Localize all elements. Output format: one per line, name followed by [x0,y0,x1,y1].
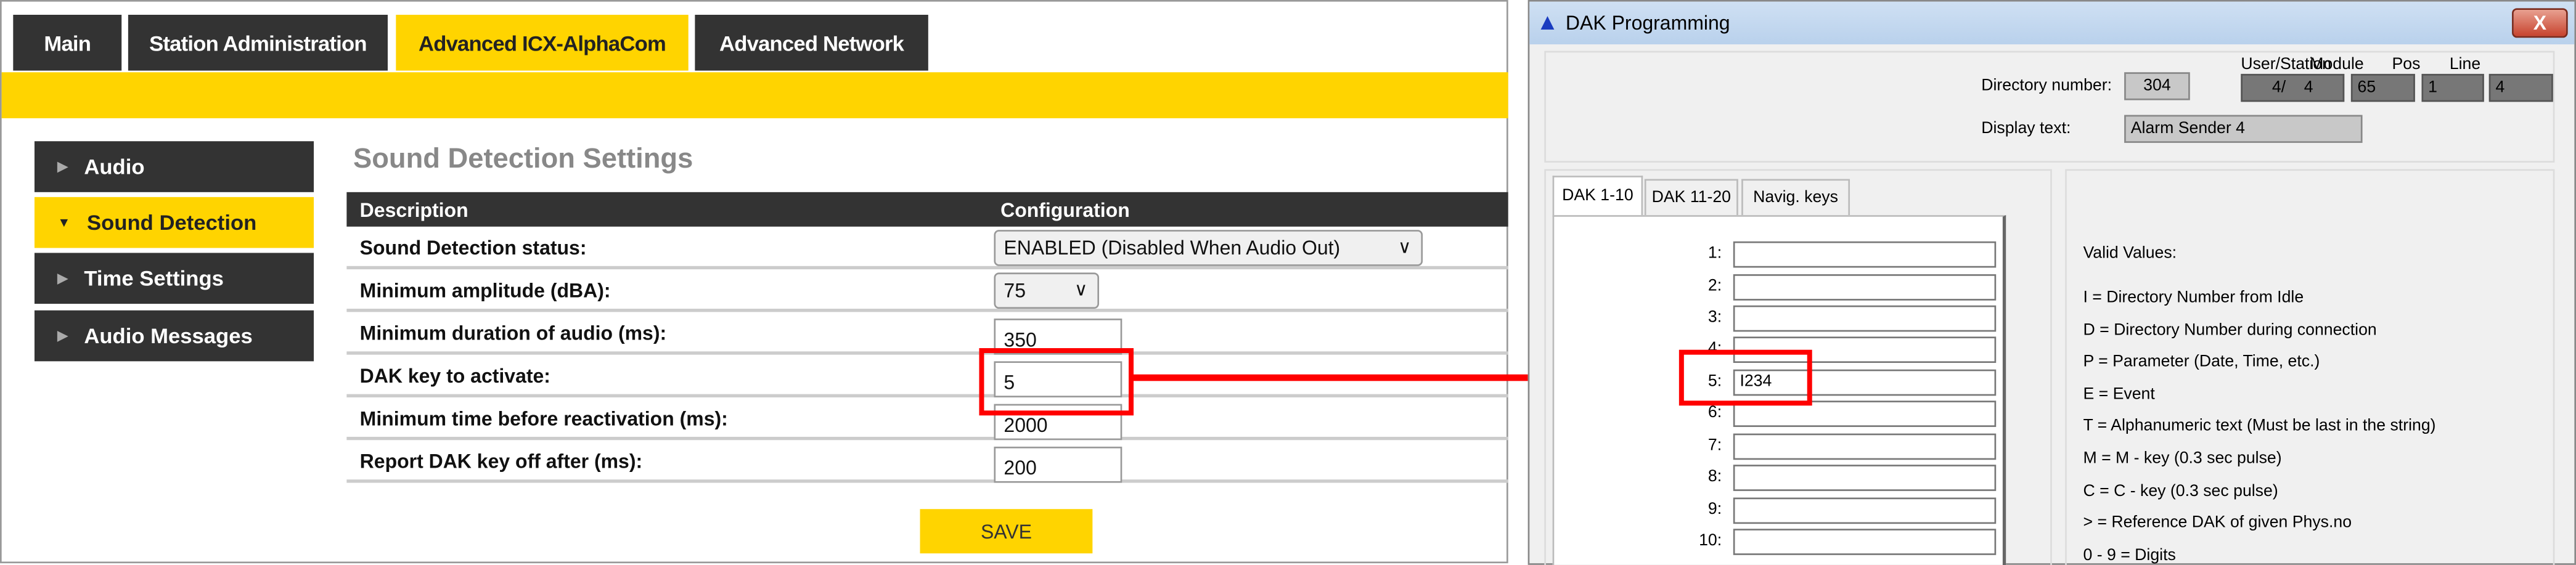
dak-key-label: 8: [1707,468,1722,486]
module-field: 65 [2350,73,2415,102]
valid-value-item: > = Reference DAK of given Phys.no [2083,514,2352,533]
user-station-field: 4/ 4 [2241,73,2345,102]
caret-right-icon: ▶ [57,159,68,174]
valid-value-item: T = Alphanumeric text (Must be last in t… [2083,418,2436,436]
valid-value-item: C = C - key (0.3 sec pulse) [2083,482,2278,500]
table-row: Minimum time before reactivation (ms): 2… [346,397,1508,441]
window-title: DAK Programming [1565,11,1730,35]
row-label: Minimum duration of audio (ms): [359,322,667,345]
sidebar-label: Time Settings [84,266,224,291]
table-header: Description Configuration [346,192,1508,227]
tab-dak-11-20[interactable]: DAK 11-20 [1644,179,1738,216]
row-label: Minimum time before reactivation (ms): [359,407,728,431]
line-header: Line [2449,55,2481,74]
directory-number-field: 304 [2124,72,2190,100]
sidebar-label: Sound Detection [87,210,257,235]
table-row: Sound Detection status: ENABLED (Disable… [346,227,1508,270]
header-description: Description [359,198,468,222]
row-label: Report DAK key off after (ms): [359,450,643,473]
chevron-down-icon: ∨ [1074,280,1088,301]
web-config-panel: Main Station Administration Advanced ICX… [0,0,1508,564]
table-row: Report DAK key off after (ms): 200 [346,440,1508,483]
header-configuration: Configuration [1000,198,1130,222]
tab-advanced-icx-alphacom[interactable]: Advanced ICX-AlphaCom [396,14,689,71]
dak-key-input-10[interactable] [1733,529,1997,555]
pos-field: 1 [2421,73,2484,102]
minimum-amplitude-select[interactable]: 75 ∨ [994,272,1100,309]
dak-key-label: 6: [1707,404,1722,422]
valid-value-item: 0 - 9 = Digits [2083,546,2176,565]
valid-value-item: P = Parameter (Date, Time, etc.) [2083,353,2320,372]
dak-key-label: 9: [1707,500,1722,519]
dak-key-label: 10: [1699,532,1722,550]
sidebar-item-audio[interactable]: ▶ Audio [34,141,314,192]
pos-header: Pos [2392,55,2421,74]
tab-dak-1-10[interactable]: DAK 1-10 [1552,176,1643,216]
dak-key-label: 2: [1707,277,1722,296]
line-field: 4 [2488,73,2553,102]
valid-values-title: Valid Values: [2083,245,2177,263]
dak-key-input-8[interactable] [1733,465,1997,491]
title-bar: ▲ DAK Programming [1529,1,2575,44]
save-button[interactable]: SAVE [920,509,1093,554]
dak-key-input-2[interactable] [1733,274,1997,301]
report-dak-off-input[interactable]: 200 [994,446,1122,483]
highlight-box [1678,349,1812,406]
app-triangle-icon: ▲ [1535,8,1559,35]
sidebar-item-time-settings[interactable]: ▶ Time Settings [34,253,314,304]
dak-key-input-1[interactable] [1733,241,1997,268]
page-title: Sound Detection Settings [353,142,693,174]
chevron-down-icon: ∨ [1397,238,1412,258]
table-row: Minimum amplitude (dBA): 75 ∨ [346,269,1508,312]
dak-key-input-3[interactable] [1733,305,1997,332]
table-row: Minimum duration of audio (ms): 350 [346,312,1508,355]
dak-key-input-7[interactable] [1733,433,1997,460]
select-value: ENABLED (Disabled When Audio Out) [1004,236,1341,260]
sidebar-item-sound-detection[interactable]: ▼ Sound Detection [34,197,314,248]
dak-key-label: 7: [1707,436,1722,455]
tab-main[interactable]: Main [13,14,122,71]
valid-value-item: M = M - key (0.3 sec pulse) [2083,450,2282,468]
select-value: 75 [1004,279,1026,303]
sidebar-label: Audio [84,154,145,179]
sidebar-item-audio-messages[interactable]: ▶ Audio Messages [34,310,314,362]
yellow-band [1,72,1508,118]
valid-value-item: I = Directory Number from Idle [2083,289,2304,307]
close-button[interactable]: X [2512,8,2568,38]
row-label: Sound Detection status: [359,236,587,260]
dak-key-label: 1: [1707,245,1722,263]
sound-detection-status-select[interactable]: ENABLED (Disabled When Audio Out) ∨ [994,230,1423,266]
valid-value-item: D = Directory Number during connection [2083,321,2377,339]
row-label: Minimum amplitude (dBA): [359,279,611,303]
display-text-label: Display text: [1981,120,2071,138]
tab-station-administration[interactable]: Station Administration [128,14,388,71]
tab-advanced-network[interactable]: Advanced Network [695,14,928,71]
caret-right-icon: ▶ [57,270,68,286]
module-header: Module [2310,55,2364,74]
display-text-field: Alarm Sender 4 [2124,115,2363,143]
caret-right-icon: ▶ [57,328,68,344]
caret-down-icon: ▼ [57,215,71,230]
row-label: DAK key to activate: [359,364,550,388]
dak-key-input-9[interactable] [1733,497,1997,524]
directory-number-label: Directory number: [1981,77,2112,96]
dak-key-label: 3: [1707,309,1722,327]
valid-value-item: E = Event [2083,385,2155,404]
tab-navig-keys[interactable]: Navig. keys [1741,179,1850,216]
highlight-box [979,348,1134,416]
sidebar-label: Audio Messages [84,323,253,349]
